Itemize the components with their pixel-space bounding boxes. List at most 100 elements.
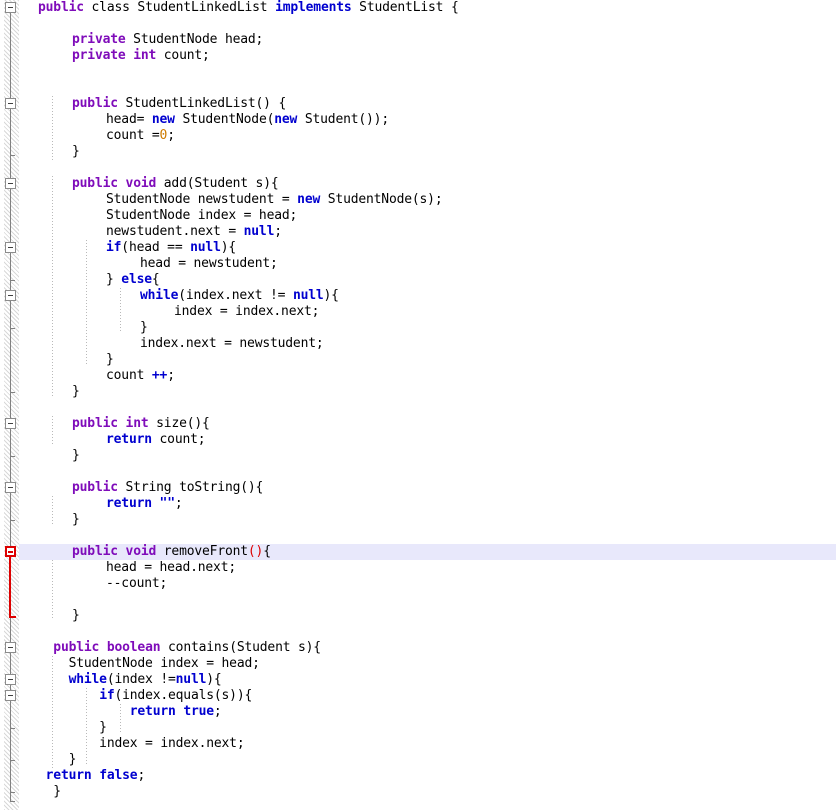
code-token: } <box>106 352 114 367</box>
code-token: return <box>45 768 92 783</box>
fold-range-contains-end-tick <box>10 792 15 793</box>
code-token: String toString(){ <box>117 480 264 495</box>
code-line[interactable]: return count; <box>106 432 206 448</box>
code-token: StudentNode( <box>174 112 275 127</box>
code-token: void <box>125 176 157 191</box>
code-token: } <box>106 272 122 287</box>
code-line[interactable]: head = head.next; <box>106 560 236 576</box>
code-line[interactable]: } <box>140 320 148 336</box>
code-token: public <box>72 96 118 111</box>
code-line[interactable]: } <box>72 448 80 464</box>
code-line[interactable]: head= new StudentNode(new Student()); <box>106 112 389 128</box>
code-line[interactable]: public boolean contains(Student s){ <box>38 640 321 656</box>
code-token: contains(Student s){ <box>160 640 321 655</box>
code-token: { <box>151 272 160 287</box>
code-line[interactable]: } <box>72 512 80 528</box>
fold-toggle-class-StudentLinkedList[interactable] <box>5 2 16 13</box>
code-token: else <box>121 272 152 287</box>
code-line[interactable]: while(index.next != null){ <box>140 288 339 304</box>
code-token: count; <box>151 432 206 447</box>
code-token: (index != <box>106 672 176 687</box>
fold-toggle-if-head-null[interactable] <box>5 242 16 253</box>
code-line[interactable]: private int count; <box>72 48 210 64</box>
code-folding-margin[interactable] <box>4 0 19 810</box>
code-line[interactable]: } <box>72 144 80 160</box>
code-text-layer[interactable]: public class StudentLinkedList implement… <box>19 0 836 810</box>
code-token: newstudent.next = <box>106 224 244 239</box>
code-line[interactable]: } else{ <box>106 272 160 288</box>
code-line[interactable]: if(index.equals(s)){ <box>38 688 252 704</box>
code-token: void <box>125 544 157 559</box>
code-token: removeFront <box>156 544 248 559</box>
code-line[interactable]: count ++; <box>106 368 175 384</box>
code-line[interactable]: public class StudentLinkedList implement… <box>38 0 459 16</box>
code-token: public <box>72 176 118 191</box>
code-token: while <box>68 672 107 687</box>
code-line[interactable]: public String toString(){ <box>72 480 263 496</box>
code-token: } <box>72 384 80 399</box>
fold-toggle-method-add[interactable] <box>5 178 16 189</box>
code-line[interactable]: } <box>106 352 114 368</box>
code-line[interactable]: newstudent.next = null; <box>106 224 282 240</box>
fold-range-removeFront-end-tick <box>9 616 16 618</box>
code-token: ; <box>167 368 175 383</box>
indent-guide-level-3-while <box>120 288 121 332</box>
code-line[interactable]: } <box>38 720 107 736</box>
fold-range-while-add <box>10 301 11 328</box>
fold-toggle-while-index-next[interactable] <box>5 290 16 301</box>
code-editor-surface[interactable]: public class StudentLinkedList implement… <box>0 0 836 810</box>
code-token: } <box>72 608 80 623</box>
code-token: StudentNode newstudent = <box>106 192 298 207</box>
code-line[interactable]: public void add(Student s){ <box>72 176 279 192</box>
code-line[interactable]: if(head == null){ <box>106 240 236 256</box>
code-line[interactable]: return ""; <box>106 496 183 512</box>
code-token: ; <box>167 128 175 143</box>
code-line[interactable]: StudentNode index = head; <box>38 656 260 672</box>
code-line[interactable]: index = index.next; <box>174 304 319 320</box>
code-line[interactable]: StudentNode newstudent = new StudentNode… <box>106 192 443 208</box>
code-line[interactable]: while(index !=null){ <box>38 672 222 688</box>
code-token: ; <box>137 768 146 783</box>
code-token: } <box>38 784 61 799</box>
fold-toggle-method-removeFront[interactable] <box>5 546 16 557</box>
code-token: StudentNode head; <box>125 32 264 47</box>
code-token: if <box>99 688 115 703</box>
code-token: add(Student s){ <box>156 176 279 191</box>
fold-toggle-method-contains[interactable] <box>5 642 16 653</box>
code-token: ; <box>174 496 183 511</box>
code-line[interactable]: return false; <box>38 768 146 784</box>
fold-range-while-contains-end-tick <box>10 760 15 761</box>
code-token: public <box>38 0 84 15</box>
fold-range-if-equals-end-tick <box>10 728 15 729</box>
code-line[interactable]: public int size(){ <box>72 416 210 432</box>
code-line[interactable]: } <box>38 784 61 800</box>
code-line[interactable]: --count; <box>106 576 167 592</box>
fold-toggle-while-index-notnull[interactable] <box>5 674 16 685</box>
code-line[interactable]: private StudentNode head; <box>72 32 263 48</box>
fold-toggle-constructor[interactable] <box>5 98 16 109</box>
code-line[interactable]: index.next = newstudent; <box>140 336 324 352</box>
code-token: } <box>38 720 107 735</box>
code-line[interactable]: head = newstudent; <box>140 256 278 272</box>
code-token: size(){ <box>148 416 210 431</box>
fold-range-toString-end-tick <box>10 520 15 521</box>
fold-toggle-method-size[interactable] <box>5 418 16 429</box>
fold-toggle-if-index-equals[interactable] <box>5 690 16 701</box>
code-line[interactable]: count =0; <box>106 128 175 144</box>
code-token: } <box>72 144 80 159</box>
code-line[interactable]: public StudentLinkedList() { <box>72 96 286 112</box>
code-token: public <box>53 640 100 655</box>
code-line[interactable]: StudentNode index = head; <box>106 208 297 224</box>
code-line[interactable]: } <box>72 384 80 400</box>
code-line[interactable]: } <box>72 608 80 624</box>
code-token: int <box>125 416 149 431</box>
code-token: head= <box>106 112 152 127</box>
code-token: StudentNode index = head; <box>106 208 298 223</box>
fold-toggle-method-toString[interactable] <box>5 482 16 493</box>
code-token: index = index.next; <box>174 304 320 319</box>
code-line[interactable]: } <box>38 752 77 768</box>
code-line[interactable]: return true; <box>38 704 222 720</box>
code-line[interactable]: public void removeFront(){ <box>72 544 271 560</box>
code-line[interactable]: index = index.next; <box>38 736 244 752</box>
